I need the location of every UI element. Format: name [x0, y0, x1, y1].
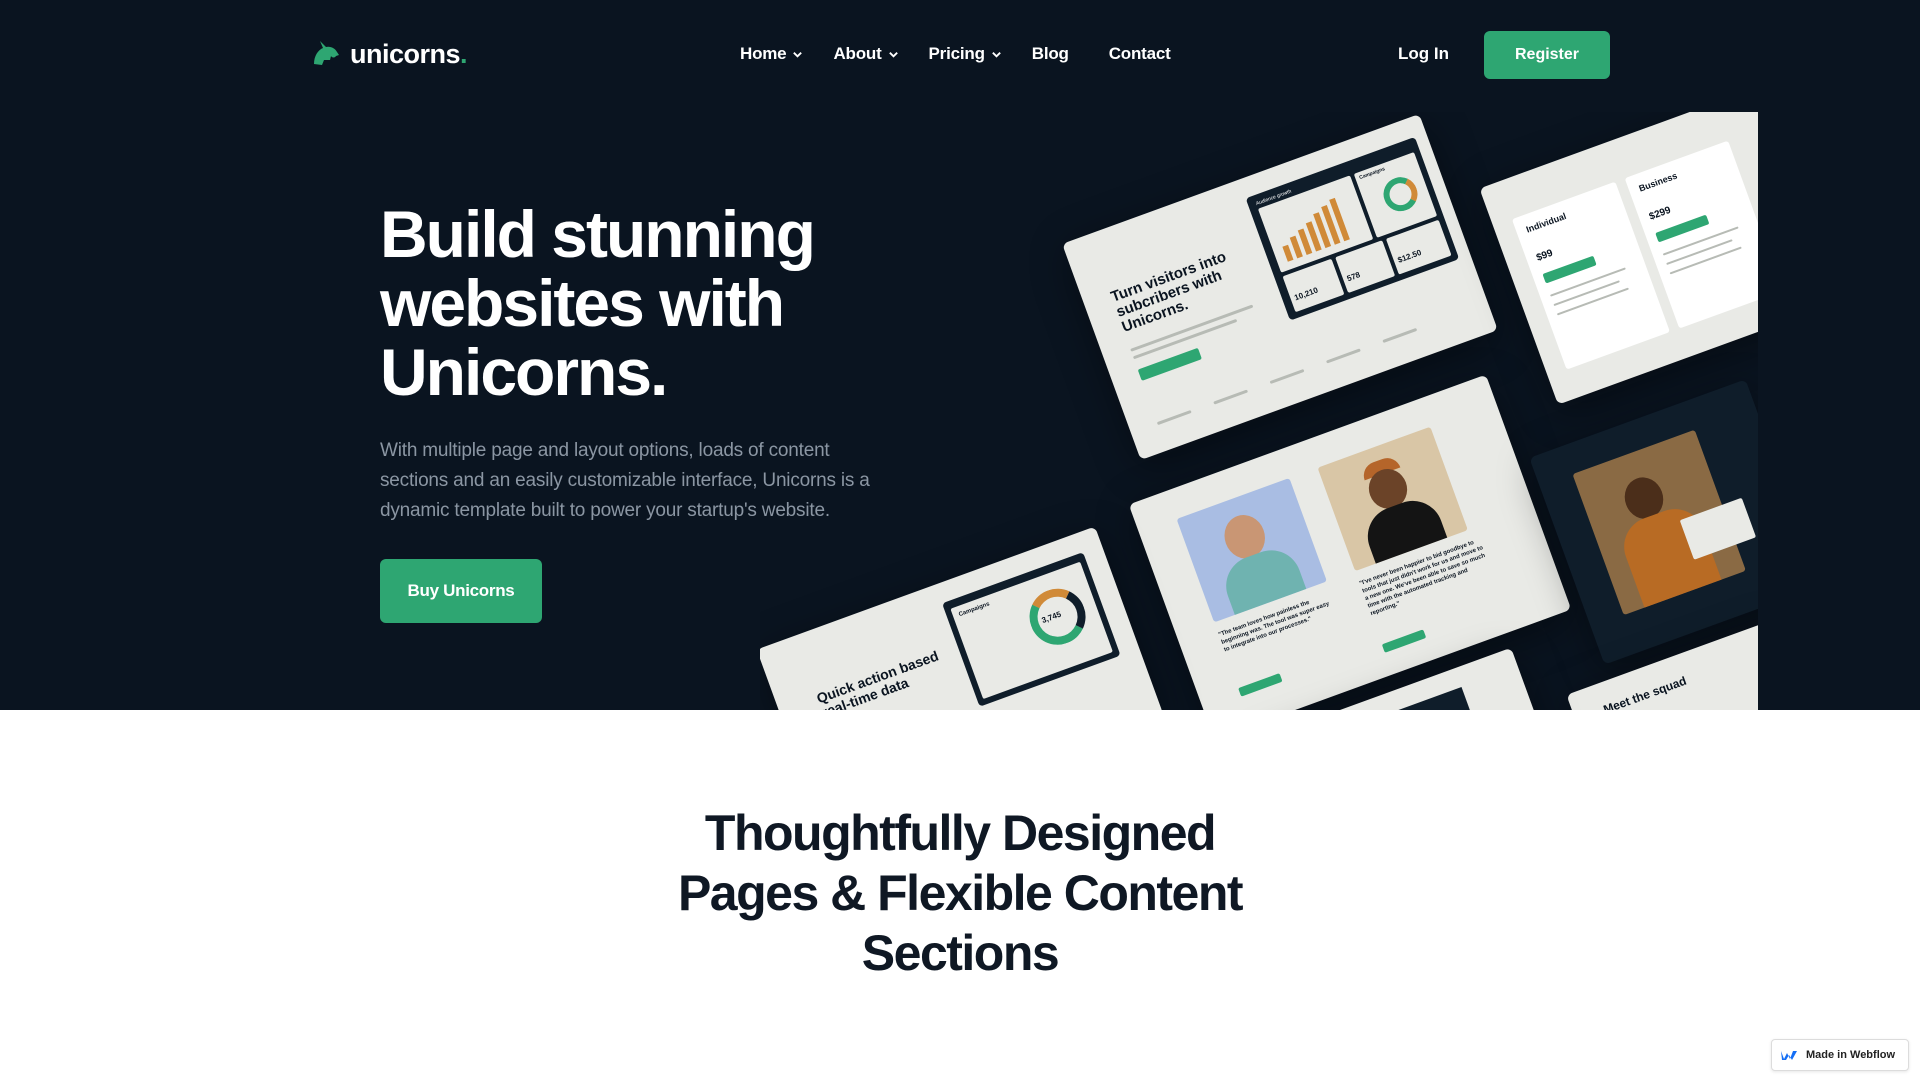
nav-item-blog[interactable]: Blog	[1032, 44, 1069, 64]
register-button[interactable]: Register	[1484, 31, 1610, 79]
made-in-webflow-badge[interactable]: Made in Webflow	[1771, 1039, 1909, 1071]
headline-line: websites with	[380, 266, 785, 340]
chevron-down-icon	[888, 51, 898, 58]
logo-dot: .	[460, 38, 468, 69]
preview-card-data: Quick action based real-time data Campai…	[760, 526, 1164, 710]
nav-item-label: Home	[740, 44, 787, 63]
nav-item-contact[interactable]: Contact	[1109, 44, 1171, 64]
webflow-icon	[1781, 1051, 1797, 1060]
plan-price: $99	[1534, 247, 1555, 264]
preview-card-pricing: Individual $99 Business $299	[1479, 112, 1758, 405]
nav-item-home[interactable]: Home	[740, 44, 803, 64]
headline-line: Unicorns.	[380, 335, 668, 409]
section-title-line: Sections	[861, 925, 1060, 981]
login-link[interactable]: Log In	[1398, 44, 1449, 64]
preview-card-photo	[1529, 379, 1758, 665]
section-title-line: Thoughtfully Designed	[704, 805, 1217, 861]
plan-name: Individual	[1524, 210, 1568, 235]
plan-name: Business	[1637, 170, 1679, 194]
badge-label: Made in Webflow	[1806, 1049, 1896, 1061]
nav-item-about[interactable]: About	[833, 44, 898, 64]
top-navigation: unicorns. Home About Pricing Blog Contac…	[0, 0, 1920, 110]
section-title: Thoughtfully Designed Pages & Flexible C…	[560, 803, 1360, 983]
logo-text: unicorns.	[350, 38, 468, 69]
nav-links: Home About Pricing Blog Contact	[740, 44, 1211, 64]
panel-label: Campaigns	[1358, 166, 1386, 182]
unicorn-logo-icon	[314, 41, 339, 65]
stat-value: 10,210	[1293, 285, 1320, 303]
nav-item-label: Pricing	[928, 44, 985, 63]
preview-title: Meet the squad	[1601, 673, 1689, 710]
panel-label: Campaigns	[958, 601, 991, 619]
plan-price: $299	[1647, 204, 1673, 223]
nav-item-label: Blog	[1031, 44, 1069, 63]
stat-value: 578	[1345, 270, 1362, 284]
dashboard-panel: Audience growth Campaigns 10,210 578 $12…	[1245, 136, 1460, 321]
nav-item-pricing[interactable]: Pricing	[929, 44, 1002, 64]
logo[interactable]: unicorns.	[310, 38, 468, 70]
nav-item-label: Contact	[1108, 44, 1171, 63]
hero-section: unicorns. Home About Pricing Blog Contac…	[0, 0, 1920, 710]
stat-value: $12.50	[1396, 247, 1423, 265]
chevron-down-icon	[991, 51, 1001, 58]
chevron-down-icon	[793, 51, 803, 58]
nav-item-label: About	[833, 44, 882, 63]
template-preview-collage: Turn visitors into subcribers with Unico…	[760, 112, 1758, 710]
buy-unicorns-button[interactable]: Buy Unicorns	[380, 559, 542, 623]
preview-title: Quick action based real-time data	[814, 647, 941, 710]
section-title-line: Pages & Flexible Content	[677, 865, 1244, 921]
preview-title: Turn visitors into subcribers with Unico…	[1108, 248, 1229, 336]
headline-line: Build stunning	[380, 197, 816, 271]
